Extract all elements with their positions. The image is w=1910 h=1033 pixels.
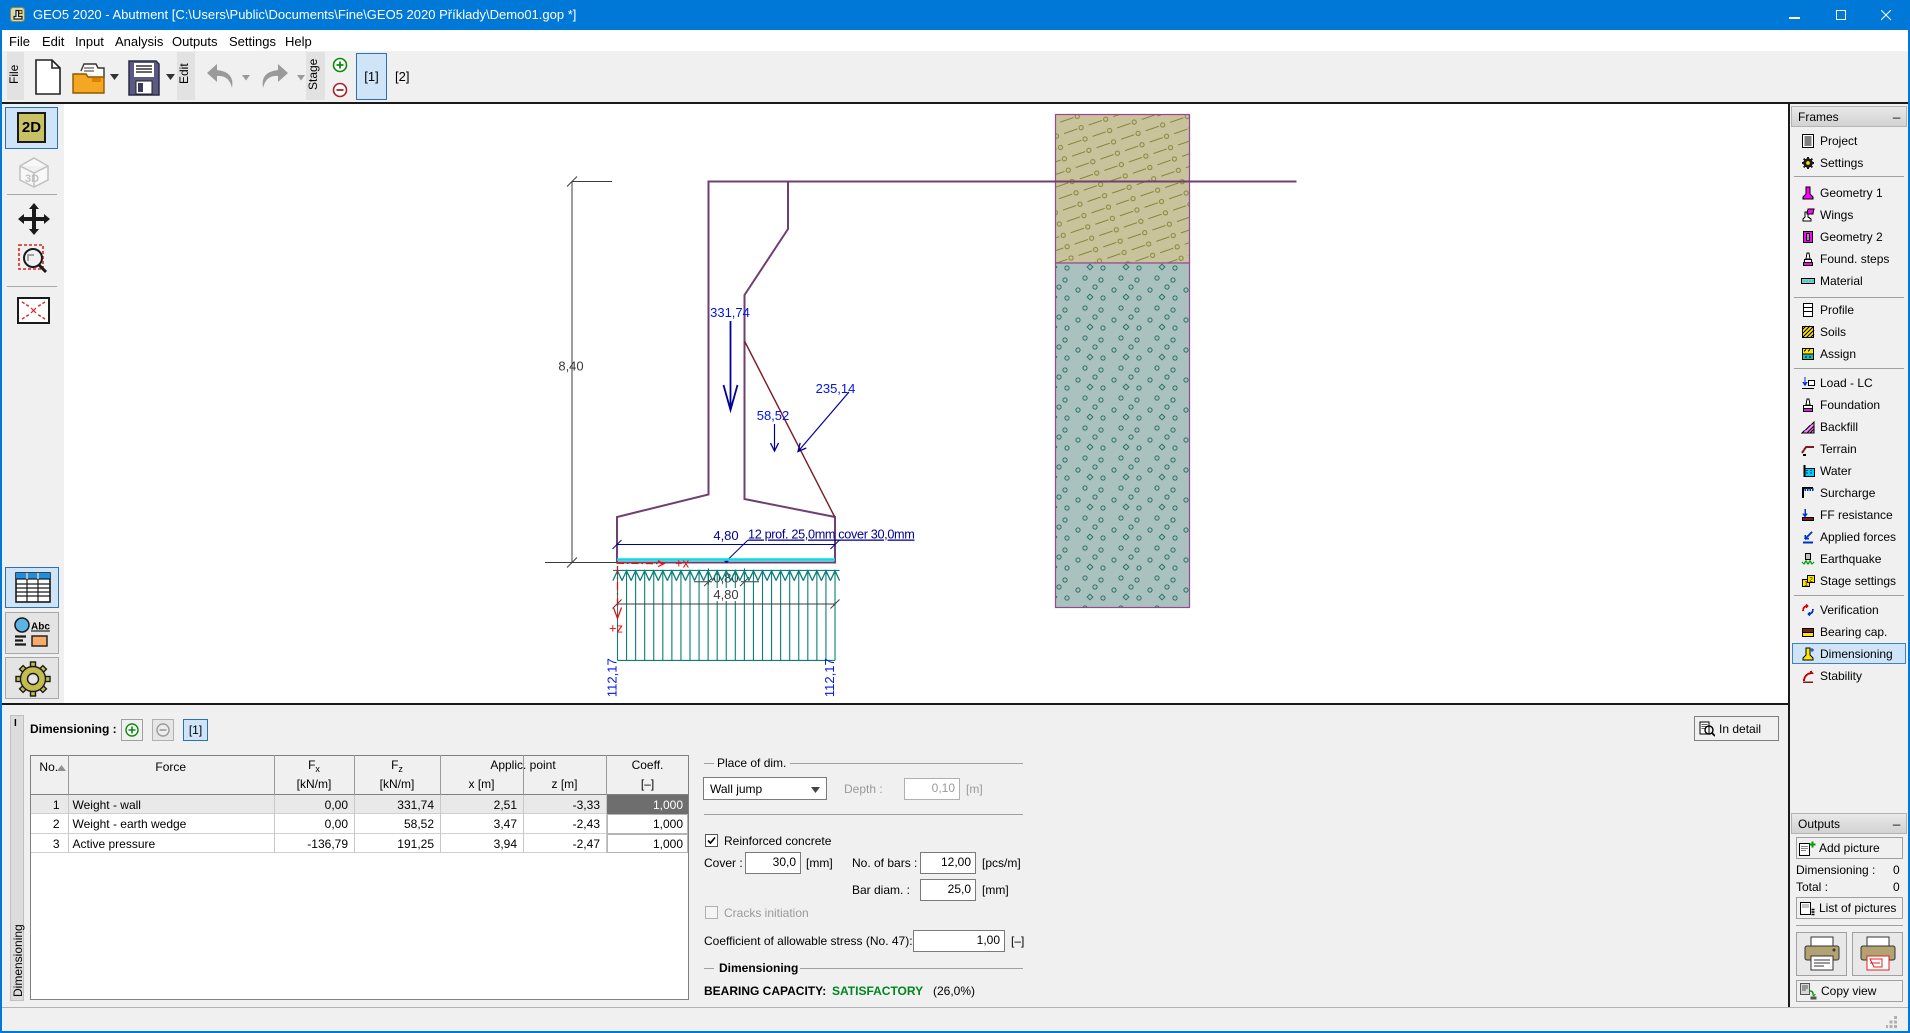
svg-text:Abc: Abc: [31, 622, 50, 633]
svg-text:235,14: 235,14: [816, 381, 856, 396]
svg-text:+z: +z: [609, 621, 623, 636]
svg-text:4,80: 4,80: [713, 528, 738, 543]
svg-text:3D: 3D: [25, 173, 39, 185]
svg-text:58,52: 58,52: [757, 408, 790, 423]
svg-text:+x: +x: [675, 556, 690, 571]
svg-text:2: 2: [1809, 577, 1813, 584]
svg-text:4,80: 4,80: [713, 587, 738, 602]
svg-text:1: 1: [1804, 581, 1808, 588]
svg-text:331,74: 331,74: [710, 305, 750, 320]
svg-text:112,17: 112,17: [822, 658, 837, 697]
svg-text:12 prof. 25,0mm cover 30,0mm: 12 prof. 25,0mm cover 30,0mm: [748, 528, 915, 542]
svg-text:8,40: 8,40: [558, 359, 583, 374]
svg-text:112,17: 112,17: [605, 658, 620, 697]
